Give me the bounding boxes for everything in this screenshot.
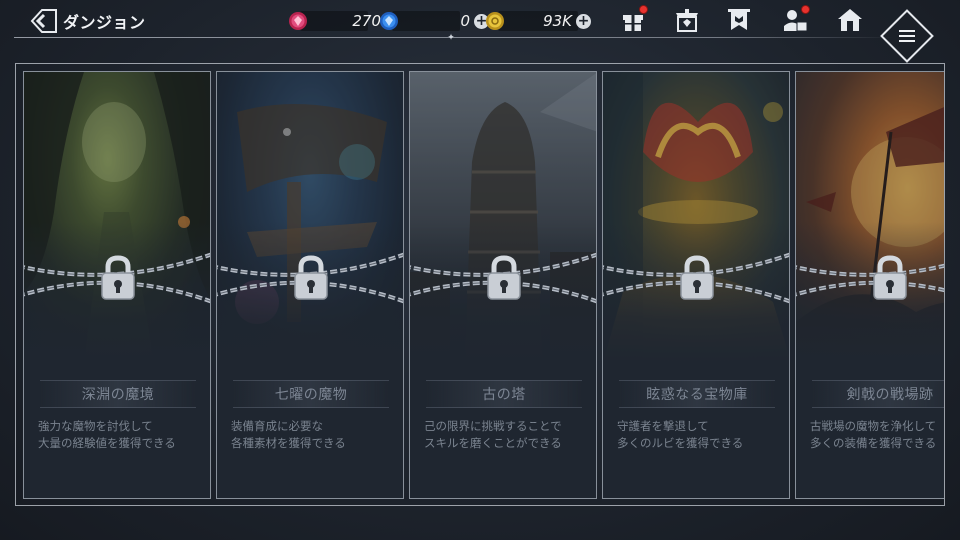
padlock-icon [873, 255, 907, 300]
dungeon-name-plate: 剣戟の戦場跡 [812, 380, 944, 408]
dungeon-card[interactable]: 七曜の魔物 装備育成に必要な 各種素材を獲得できる [216, 71, 404, 499]
gold-value: 93K [543, 12, 572, 30]
dungeon-card[interactable]: 深淵の魔境 強力な魔物を討伐して 大量の経験値を獲得できる [23, 71, 211, 499]
top-bar: ダンジョン 270 0 + 93K + ✦ [0, 0, 960, 63]
sapphire-value: 0 [460, 12, 470, 30]
shop-button[interactable] [672, 5, 702, 35]
gold-plus-button[interactable]: + [576, 13, 591, 29]
sapphire-counter: 0 + [378, 9, 489, 33]
dungeon-description: 強力な魔物を討伐して 大量の経験値を獲得できる [38, 418, 210, 452]
back-button[interactable] [30, 8, 58, 34]
dungeon-description-line: 大量の経験値を獲得できる [38, 436, 176, 450]
divider-ornament-icon: ✦ [447, 33, 455, 43]
dungeon-description: 己の限界に挑戦することで スキルを磨くことができる [424, 418, 596, 452]
profile-button[interactable] [780, 5, 810, 35]
blue-gem-icon [378, 10, 400, 32]
padlock-icon [680, 255, 714, 300]
dungeon-name: 七曜の魔物 [274, 387, 348, 403]
home-button[interactable] [835, 5, 865, 35]
guild-button[interactable] [724, 5, 754, 35]
menu-button[interactable] [880, 9, 934, 63]
page-title: ダンジョン [63, 13, 146, 32]
dungeon-description-line: 古戦場の魔物を浄化して [810, 419, 937, 433]
ruby-counter: 270 [287, 9, 381, 33]
dungeon-description-line: スキルを磨くことができる [424, 436, 562, 450]
dungeon-name: 深淵の魔境 [81, 387, 155, 403]
dungeon-name-plate: 深淵の魔境 [40, 380, 196, 408]
dungeon-name: 眩惑なる宝物庫 [646, 387, 748, 403]
shop-icon [676, 9, 698, 32]
dungeon-card[interactable]: 古の塔 己の限界に挑戦することで スキルを磨くことができる [409, 71, 597, 499]
gold-coin-icon [484, 10, 506, 32]
home-icon [838, 9, 862, 31]
dungeon-name: 剣戟の戦場跡 [846, 387, 934, 403]
dungeon-description-line: 多くの装備を獲得できる [810, 436, 937, 450]
dungeon-description: 装備育成に必要な 各種素材を獲得できる [231, 418, 403, 452]
dungeon-card[interactable]: 眩惑なる宝物庫 守護者を撃退して 多くのルビを獲得できる [602, 71, 790, 499]
ruby-value: 270 [352, 12, 381, 30]
dungeon-description-line: 多くのルビを獲得できる [617, 436, 744, 450]
padlock-icon [487, 255, 521, 300]
dungeon-description-line: 守護者を撃退して [617, 419, 709, 433]
dungeon-list-panel: 深淵の魔境 強力な魔物を討伐して 大量の経験値を獲得できる 七曜の魔物 装備育成… [15, 63, 945, 506]
chain-icon [796, 263, 944, 297]
dungeon-name-plate: 古の塔 [426, 380, 582, 408]
dungeon-card-list[interactable]: 深淵の魔境 強力な魔物を討伐して 大量の経験値を獲得できる 七曜の魔物 装備育成… [23, 71, 944, 499]
gold-counter: 93K + [484, 9, 591, 33]
dungeon-name-plate: 七曜の魔物 [233, 380, 389, 408]
ruby-gem-icon [287, 10, 309, 32]
padlock-icon [294, 255, 328, 300]
dungeon-description-line: 装備育成に必要な [231, 419, 323, 433]
dungeon-description-line: 己の限界に挑戦することで [424, 419, 562, 433]
dungeon-description: 古戦場の魔物を浄化して 多くの装備を獲得できる [810, 418, 944, 452]
padlock-icon [101, 255, 135, 300]
gift-badge [639, 5, 648, 14]
dungeon-description-line: 強力な魔物を討伐して [38, 419, 153, 433]
dungeon-description-line: 各種素材を獲得できる [231, 436, 346, 450]
dungeon-name-plate: 眩惑なる宝物庫 [619, 380, 775, 408]
dungeon-name: 古の塔 [482, 387, 526, 403]
banner-icon [728, 9, 750, 30]
back-arrow-icon [30, 9, 57, 33]
dungeon-description: 守護者を撃退して 多くのルビを獲得できる [617, 418, 789, 452]
dungeon-card[interactable]: 剣戟の戦場跡 古戦場の魔物を浄化して 多くの装備を獲得できる [795, 71, 944, 499]
profile-badge [801, 5, 810, 14]
gift-button[interactable] [618, 5, 648, 35]
